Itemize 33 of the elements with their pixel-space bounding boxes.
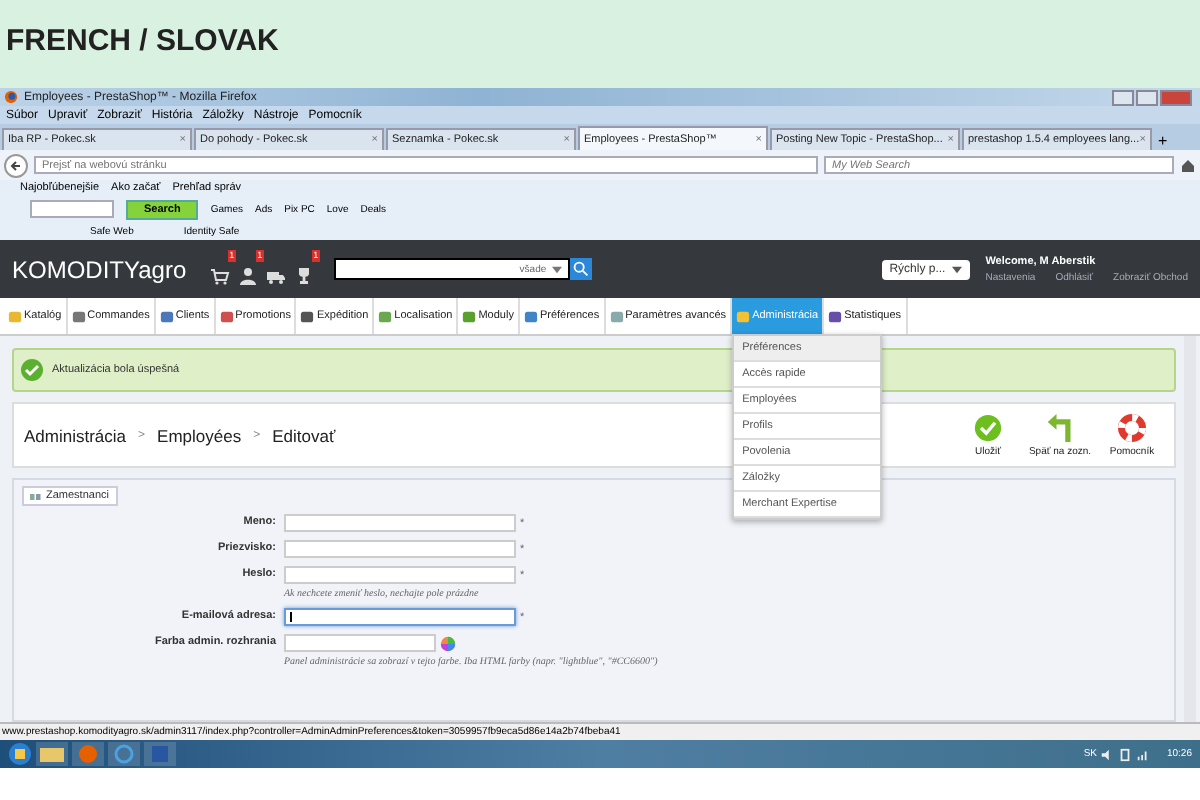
text-field[interactable] — [284, 540, 516, 558]
page-heading: FRENCH / SLOVAK — [6, 24, 279, 58]
color-wheel-icon[interactable] — [440, 635, 456, 651]
text-field[interactable] — [284, 566, 516, 584]
new-tab-button[interactable]: + — [1154, 132, 1172, 150]
check-icon — [20, 358, 44, 382]
text-field[interactable] — [284, 514, 516, 532]
breadcrumb-item: Administrácia — [24, 425, 127, 445]
breadcrumb-item: Editovať — [272, 425, 336, 445]
start-button[interactable] — [8, 742, 32, 766]
maximize-button[interactable] — [1136, 89, 1158, 105]
firefox-icon — [4, 90, 18, 104]
trophy-icon[interactable] — [294, 265, 315, 285]
back-arrow-icon — [1046, 413, 1074, 441]
minimize-button[interactable] — [1112, 89, 1134, 105]
back-button[interactable] — [4, 153, 28, 177]
speaker-icon[interactable] — [1100, 747, 1115, 761]
signal-icon[interactable] — [1136, 747, 1151, 761]
text-field[interactable] — [284, 608, 516, 626]
home-icon[interactable] — [1180, 157, 1196, 173]
search-toolbar-field[interactable] — [30, 200, 114, 218]
scrollbar[interactable] — [1184, 336, 1196, 722]
caret-icon — [552, 265, 563, 273]
shop-logo: KOMODITYagro — [12, 255, 187, 283]
browser-icon[interactable] — [108, 742, 140, 766]
check-icon — [974, 413, 1002, 441]
text-field[interactable] — [284, 634, 436, 652]
caret-icon — [951, 265, 962, 273]
lifebuoy-icon — [1118, 413, 1146, 441]
breadcrumb-item: Employées — [157, 425, 242, 445]
search-button[interactable] — [570, 258, 593, 280]
close-button[interactable] — [1160, 89, 1192, 105]
battery-icon[interactable] — [1118, 747, 1133, 761]
